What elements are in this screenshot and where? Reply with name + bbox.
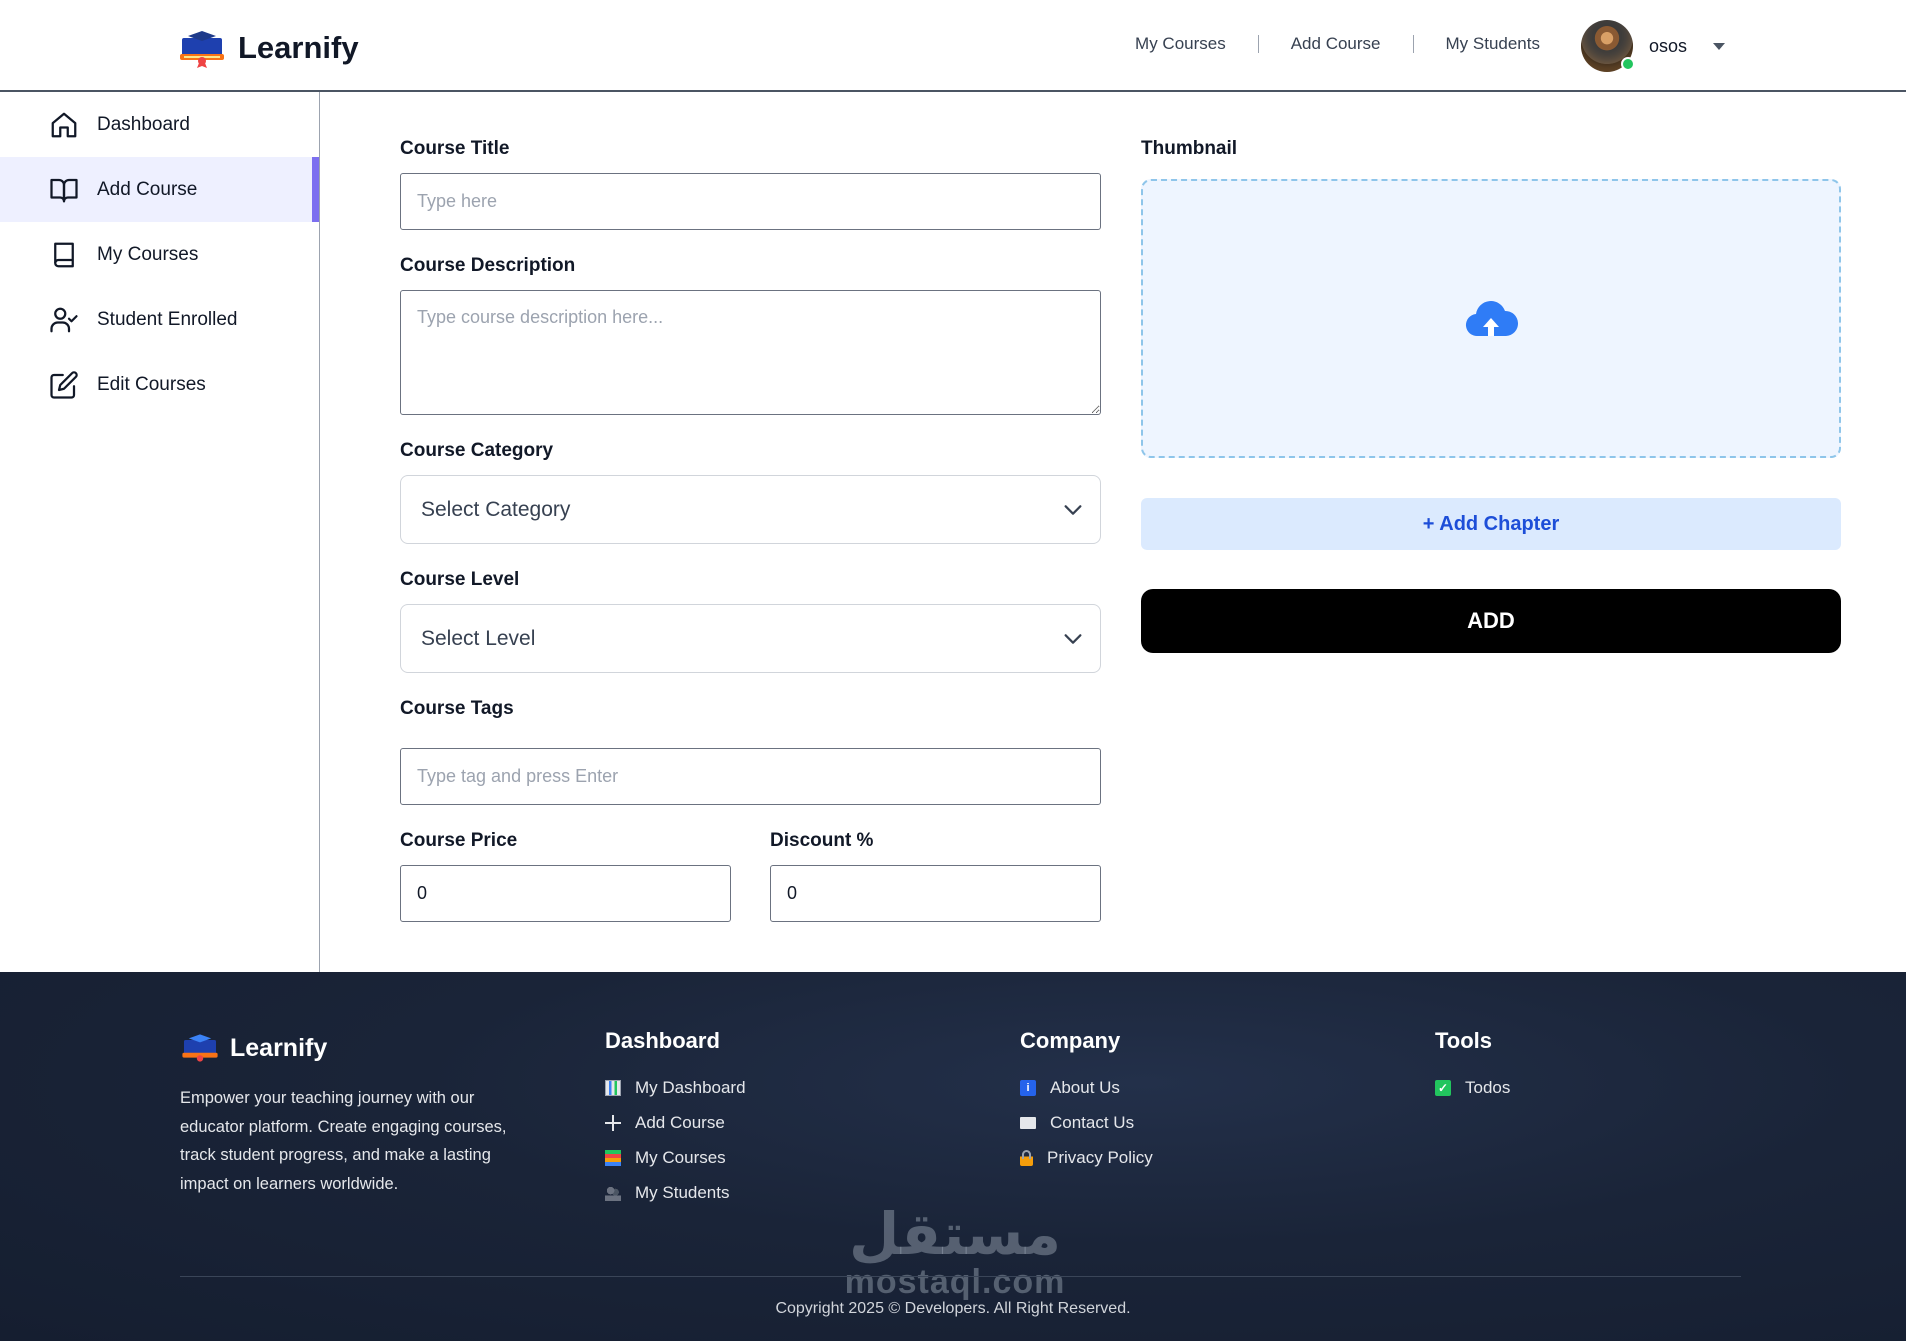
cloud-upload-icon: [1465, 300, 1518, 336]
sidebar-item-student-enrolled[interactable]: Student Enrolled: [0, 287, 319, 352]
footer-copyright: Copyright 2025 © Developers. All Right R…: [775, 1300, 1131, 1317]
books-icon: [605, 1149, 621, 1166]
footer-column-dashboard: Dashboard My Dashboard Add Course My Cou…: [605, 1028, 746, 1210]
chevron-down-icon: [1064, 633, 1082, 644]
sidebar-item-label: Student Enrolled: [97, 308, 238, 330]
footer-link-label: My Students: [635, 1182, 730, 1202]
watermark-arabic: مستقل: [848, 1200, 1062, 1268]
discount-input[interactable]: [770, 865, 1101, 922]
checkbox-checked-icon: ✓: [1435, 1079, 1451, 1096]
footer-link-label: Add Course: [635, 1112, 725, 1132]
brand-name: Learnify: [238, 30, 359, 65]
users-icon: [605, 1184, 621, 1201]
footer-link-my-courses[interactable]: My Courses: [605, 1140, 746, 1175]
course-category-value: Select Category: [421, 497, 571, 521]
discount-label: Discount %: [770, 830, 874, 851]
footer-link-label: About Us: [1050, 1077, 1120, 1097]
sidebar-item-my-courses[interactable]: My Courses: [0, 222, 319, 287]
sidebar: Dashboard Add Course My Courses Student …: [0, 92, 320, 972]
info-icon: i: [1020, 1079, 1036, 1096]
watermark-latin: mostaql.com: [844, 1263, 1066, 1301]
footer-link-todos[interactable]: ✓ Todos: [1435, 1070, 1510, 1105]
home-icon: [51, 112, 77, 137]
footer-link-label: My Dashboard: [635, 1077, 746, 1097]
bar-chart-icon: [605, 1079, 621, 1096]
nav-divider: [1257, 35, 1259, 53]
sidebar-item-edit-courses[interactable]: Edit Courses: [0, 352, 319, 417]
course-title-input[interactable]: [400, 173, 1101, 230]
footer-link-label: Privacy Policy: [1047, 1147, 1153, 1167]
footer-link-privacy-policy[interactable]: Privacy Policy: [1020, 1140, 1153, 1175]
graduation-cap-icon: [180, 31, 224, 68]
course-title-label: Course Title: [400, 138, 510, 159]
footer-column-title: Dashboard: [605, 1028, 720, 1053]
envelope-icon: [1020, 1116, 1036, 1129]
chevron-down-icon: [1064, 504, 1082, 515]
footer-brand-name: Learnify: [230, 1033, 328, 1062]
footer-brand[interactable]: Learnify: [180, 1032, 327, 1064]
course-tags-label: Course Tags: [400, 698, 514, 719]
nav-add-course[interactable]: Add Course: [1291, 34, 1381, 54]
footer-link-contact-us[interactable]: Contact Us: [1020, 1105, 1153, 1140]
footer-link-add-course[interactable]: Add Course: [605, 1105, 746, 1140]
course-level-value: Select Level: [421, 626, 536, 650]
user-name: osos: [1649, 35, 1688, 56]
footer-link-label: Contact Us: [1050, 1112, 1135, 1132]
add-chapter-button[interactable]: + Add Chapter: [1141, 498, 1841, 550]
course-level-label: Course Level: [400, 569, 520, 590]
footer-link-about-us[interactable]: i About Us: [1020, 1070, 1153, 1105]
course-tags-input[interactable]: [400, 748, 1101, 805]
top-header: Learnify My Courses Add Course My Studen…: [0, 0, 1906, 92]
caret-down-icon[interactable]: [1713, 42, 1726, 50]
footer-link-my-students[interactable]: My Students: [605, 1175, 746, 1210]
course-description-textarea[interactable]: [400, 290, 1101, 415]
footer-description: Empower your teaching journey with our e…: [180, 1089, 507, 1193]
course-description-label: Course Description: [400, 255, 576, 276]
footer-link-label: Todos: [1465, 1077, 1511, 1097]
top-nav: My Courses Add Course My Students: [1135, 34, 1540, 54]
thumbnail-label: Thumbnail: [1141, 138, 1238, 159]
thumbnail-dropzone[interactable]: [1141, 179, 1841, 458]
online-status-dot: [1621, 57, 1635, 71]
brand-logo[interactable]: Learnify: [178, 28, 359, 68]
course-price-label: Course Price: [400, 830, 518, 851]
sidebar-item-label: Dashboard: [97, 113, 190, 135]
avatar[interactable]: [1581, 20, 1635, 72]
course-level-select[interactable]: Select Level: [400, 604, 1101, 673]
user-menu[interactable]: osos: [1581, 20, 1726, 72]
edit-icon: [50, 370, 78, 399]
watermark: مستقل mostaql.com: [835, 1204, 1075, 1300]
course-category-label: Course Category: [400, 440, 554, 461]
book-open-icon: [50, 178, 78, 202]
footer-link-label: My Courses: [635, 1147, 726, 1167]
nav-divider: [1412, 35, 1414, 53]
sidebar-item-label: My Courses: [97, 243, 199, 265]
footer-link-my-dashboard[interactable]: My Dashboard: [605, 1070, 746, 1105]
sidebar-item-label: Edit Courses: [97, 373, 206, 395]
plus-icon: [605, 1114, 621, 1131]
footer-column-title: Company: [1020, 1028, 1121, 1053]
sidebar-item-label: Add Course: [97, 178, 198, 200]
course-price-input[interactable]: [400, 865, 731, 922]
footer-divider: [180, 1276, 1741, 1277]
add-course-submit-button[interactable]: ADD: [1141, 589, 1841, 653]
sidebar-item-add-course[interactable]: Add Course: [0, 157, 319, 222]
course-category-select[interactable]: Select Category: [400, 475, 1101, 544]
sidebar-item-dashboard[interactable]: Dashboard: [0, 92, 319, 157]
graduation-cap-icon: [182, 1034, 218, 1062]
footer: Learnify Empower your teaching journey w…: [0, 972, 1906, 1341]
nav-my-courses[interactable]: My Courses: [1135, 34, 1226, 54]
book-icon: [54, 242, 74, 267]
footer-column-company: Company i About Us Contact Us Privacy Po…: [1020, 1028, 1153, 1175]
footer-column-tools: Tools ✓ Todos: [1435, 1028, 1510, 1105]
footer-column-title: Tools: [1435, 1028, 1493, 1053]
nav-my-students[interactable]: My Students: [1446, 34, 1541, 54]
lock-icon: [1020, 1149, 1033, 1166]
user-check-icon: [50, 307, 78, 332]
